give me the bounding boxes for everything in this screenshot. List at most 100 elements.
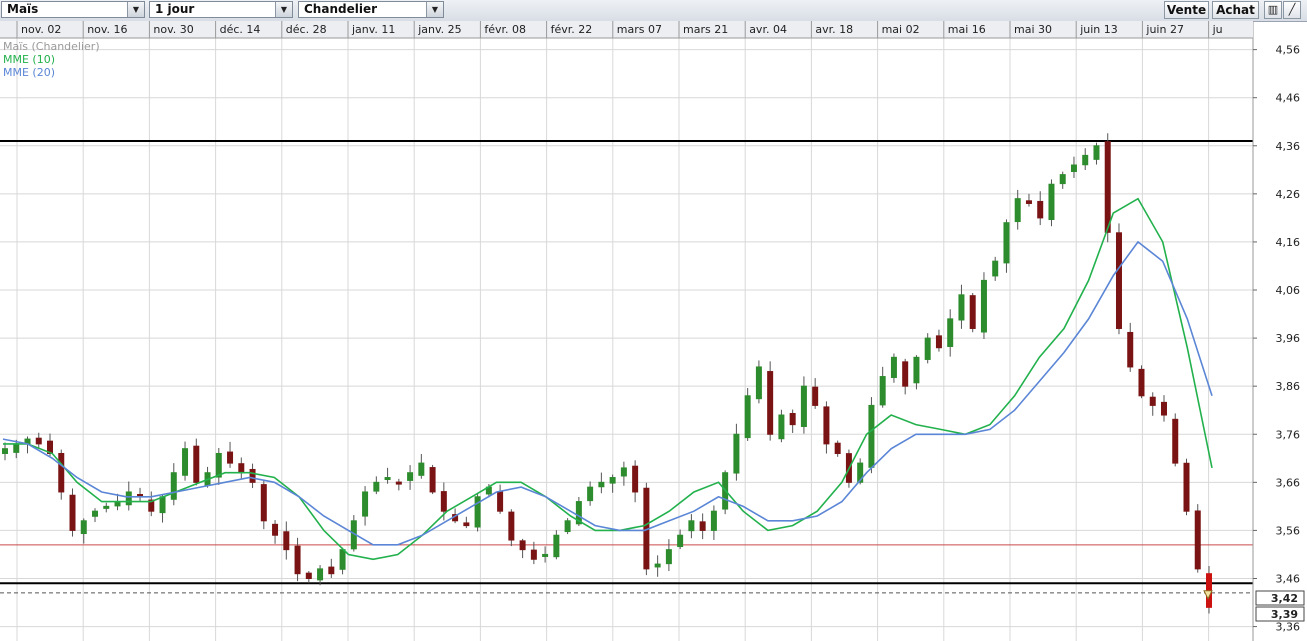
candle-body [362,491,369,517]
moving-averages [2,197,1213,561]
x-tick-label: mars 07 [617,23,662,36]
candle-body [1127,331,1134,368]
price-tags: 3,42 3,39 [1255,590,1305,622]
candle-body [913,356,920,384]
instrument-select[interactable]: Maïs ▼ [1,1,145,18]
x-tick-label: mai 30 [1014,23,1052,36]
candle-body [564,520,571,533]
x-tick-label: avr. 18 [815,23,853,36]
candle-body [767,371,774,435]
candle-body [283,531,290,551]
x-tick-label: ju [1212,23,1223,36]
chevron-down-icon[interactable]: ▼ [426,2,443,17]
current-price-tag: 3,42 [1271,592,1298,605]
chevron-down-icon[interactable]: ▼ [275,2,292,17]
candle-body [688,520,695,532]
y-tick-label: 4,56 [1276,44,1301,57]
x-tick-label: janv. 25 [417,23,461,36]
legend-ema10: MME (10) [3,53,55,66]
sell-button[interactable]: Vente [1164,1,1209,19]
candle-body [1194,510,1201,570]
candle-body [1138,368,1145,397]
candle-body [542,553,549,557]
candle-body [823,406,830,445]
candle-body [1172,418,1179,464]
candle-body [317,568,324,581]
candle-body [339,549,346,570]
candle-body [1014,198,1021,223]
candle-body [530,549,537,560]
draw-line-icon[interactable]: ╱ [1283,1,1301,19]
candle-body [935,335,942,349]
candle-body [429,467,436,493]
y-tick-label: 3,36 [1276,621,1301,634]
x-tick-label: févr. 08 [484,23,526,36]
candle-body [665,549,672,565]
candle-body [947,318,954,347]
x-tick-label: déc. 28 [286,23,327,36]
candle-body [879,376,886,406]
candle-body [519,540,526,551]
chart-type-select[interactable]: Chandelier ▼ [298,1,444,18]
candle-body [1183,462,1190,512]
chart-type-select-value: Chandelier [304,2,378,16]
y-tick-label: 3,86 [1276,380,1301,393]
candle-body [407,472,414,481]
x-tick-label: janv. 11 [351,23,395,36]
legend-ema20: MME (20) [3,66,55,79]
candle-body [969,295,976,329]
candle-body [1048,183,1055,220]
candle-body [598,481,605,488]
candle-body [868,404,875,468]
x-tick-label: nov. 30 [153,23,193,36]
chart-bars-icon[interactable]: ▥ [1264,1,1282,19]
candle-body [587,486,594,502]
chevron-down-icon[interactable]: ▼ [127,2,144,17]
candle-body [440,491,447,512]
y-tick-label: 3,66 [1276,476,1301,489]
x-tick-label: juin 27 [1145,23,1184,36]
candle-body [249,468,256,483]
candle-body [305,572,312,579]
y-tick-label: 3,96 [1276,332,1301,345]
horizontal-lines [0,139,1253,594]
ema20-line [2,240,1213,546]
candle-body [654,563,661,568]
candle-body [125,491,132,506]
candle-body [1003,222,1010,264]
candle-body [170,472,177,500]
candle-body [395,481,402,485]
candle-body [58,453,65,493]
candle-body [182,448,189,476]
candle-body [789,413,796,426]
x-axis: nov. 02 nov. 16 nov. 30 déc. 14 déc. 28 janv.… [0,21,1253,39]
candle-body [497,491,504,512]
candle-body [272,523,279,536]
buy-button[interactable]: Achat [1212,1,1259,19]
candle-body [373,481,380,492]
x-tick-label: juin 13 [1079,23,1118,36]
candle-body [980,279,987,333]
candle-body [1160,401,1167,416]
y-tick-label: 3,46 [1276,572,1301,585]
candle-body [755,366,762,400]
chart-toolbar: Maïs ▼ 1 jour ▼ Chandelier ▼ Vente Achat… [0,0,1307,22]
candle-body [193,445,200,483]
candle-body [744,395,751,439]
candle-body [1025,200,1032,204]
legend-main: Maïs (Chandelier) [3,40,100,53]
candle-body [800,385,807,428]
candle-body [1104,141,1111,233]
y-tick-label: 3,56 [1276,524,1301,537]
candle-body [1115,232,1122,329]
candlestick-chart: 4,56 4,46 4,36 4,26 4,16 4,06 3,96 3,86 3,76 3,66… [0,21,1305,641]
candle-body [2,448,8,454]
candle-body [227,451,234,464]
candle-body [620,467,627,477]
x-tick-label: déc. 14 [220,23,261,36]
y-tick-label: 4,36 [1276,140,1301,153]
candle-body [260,484,267,522]
period-select[interactable]: 1 jour ▼ [149,1,293,18]
candle-body [103,505,110,509]
x-tick-label: mai 02 [882,23,920,36]
